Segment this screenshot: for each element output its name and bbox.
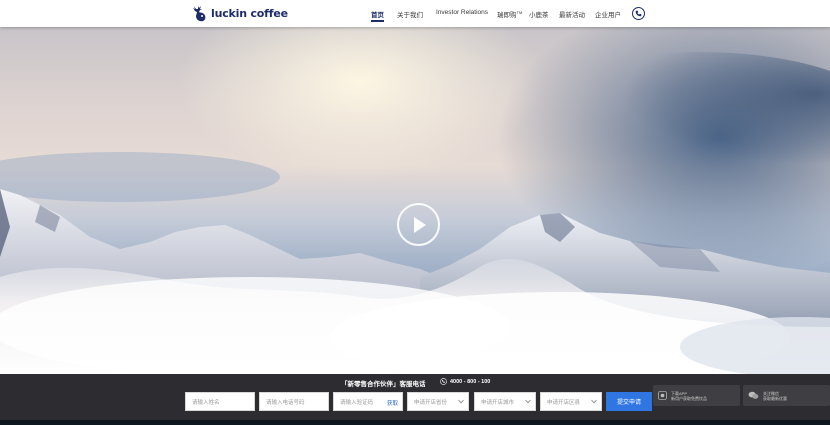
brand-name: luckin coffee [211,7,288,20]
trademark-sup: TM [516,9,523,15]
verification-code-placeholder: 请输入验证码 [340,399,374,406]
nav-item-investor-relations[interactable]: Investor Relations [436,9,488,16]
nav-item-rui-ji-gou[interactable]: 瑞即购TM [497,9,522,19]
wechat-follow-subtitle: 获取最新优惠 [763,395,787,401]
province-select-placeholder: 申请开店省份 [414,399,448,406]
partner-phone-number: 4000 - 800 - 100 [450,378,491,385]
mountain-scene-image [0,52,830,374]
download-app-card[interactable]: 下载APP 新用户获取免费饮品 [653,385,740,406]
app-icon [658,391,667,400]
chevron-down-icon [525,399,531,404]
district-select[interactable]: 申请开店区县 [540,392,602,411]
nav-item-about[interactable]: 关于我们 [397,9,423,19]
name-input[interactable]: 请输入姓名 [185,392,255,411]
verification-code-input[interactable]: 请输入验证码 获取 [333,392,403,411]
deer-logo-icon [193,6,206,22]
province-select[interactable]: 申请开店省份 [407,392,469,411]
wechat-follow-card[interactable]: 关注微信 获取最新优惠 [743,385,830,406]
partner-application-bar: 「新零售合作伙伴」客服电话 4000 - 800 - 100 请输入姓名 请输入… [0,374,830,420]
brand-logo[interactable]: luckin coffee [191,4,288,23]
partner-hotline: 4000 - 800 - 100 [440,378,490,385]
nav-item-latest-events[interactable]: 最新活动 [559,9,585,19]
chevron-down-icon [591,399,597,404]
district-select-placeholder: 申请开店区县 [547,399,581,406]
phone-number-input[interactable]: 请输入电话号码 [259,392,329,411]
phone-icon [635,10,642,17]
hero-banner [0,27,830,374]
nav-item-enterprise[interactable]: 企业用户 [595,9,621,19]
nav-item-home[interactable]: 首页 [371,9,384,22]
phone-button[interactable] [632,7,645,20]
city-select-placeholder: 申请开店城市 [481,399,515,406]
chevron-down-icon [458,399,464,404]
city-select[interactable]: 申请开店城市 [474,392,536,411]
wechat-icon [748,391,759,399]
partner-hotline-title: 「新零售合作伙伴」客服电话 [341,381,426,388]
get-code-button[interactable]: 获取 [387,399,398,407]
download-app-text: 下载APP 新用户获取免费饮品 [671,391,707,401]
nav-item-xiaolu-tea[interactable]: 小鹿茶 [529,9,549,19]
phone-icon [440,378,447,385]
submit-application-button[interactable]: 提交申请 [606,392,652,411]
phone-number-input-placeholder: 请输入电话号码 [266,399,305,406]
wechat-follow-text: 关注微信 获取最新优惠 [763,391,787,401]
play-video-button[interactable] [397,203,440,246]
footer-strip [0,420,830,425]
download-app-subtitle: 新用户获取免费饮品 [671,395,707,401]
site-header: luckin coffee 首页 关于我们 Investor Relations… [0,0,830,27]
play-icon [413,216,426,233]
nav-item-rui-ji-gou-label: 瑞即购 [497,12,517,19]
name-input-placeholder: 请输入姓名 [192,399,220,406]
